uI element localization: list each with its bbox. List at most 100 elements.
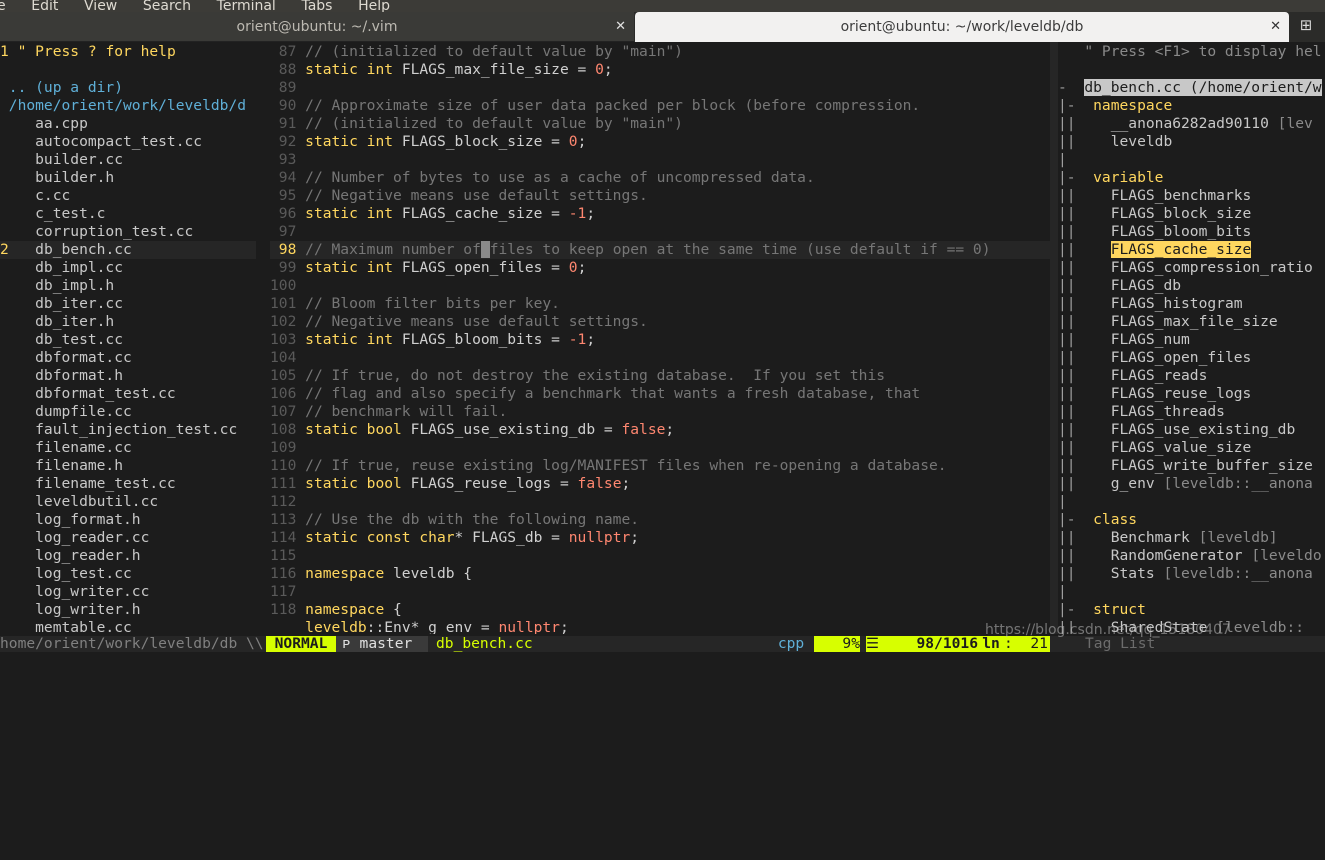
file-name[interactable]: db_iter.cc [0,295,123,312]
tag-name[interactable]: g_env [1076,475,1164,492]
tag-name[interactable]: FLAGS_max_file_size [1076,313,1278,330]
nerdtree-pane[interactable]: 1 " Press ? for help .. (up a dir) /home… [0,42,256,634]
tag-row[interactable]: || FLAGS_db [1058,277,1325,295]
file-name[interactable]: log_format.h [0,511,140,528]
tab-leveldb[interactable]: orient@ubuntu: ~/work/leveldb/db ✕ [635,12,1289,42]
tree-file[interactable]: dumpfile.cc [0,403,256,421]
tag-name[interactable]: FLAGS_threads [1076,403,1225,420]
tag-name[interactable]: FLAGS_histogram [1076,295,1243,312]
file-name[interactable]: db_bench.cc [9,241,132,258]
tag-name[interactable]: FLAGS_value_size [1076,439,1252,456]
tree-file[interactable]: log_reader.cc [0,529,256,547]
tag-row[interactable]: || Stats [leveldb::__anona [1058,565,1325,583]
file-name[interactable]: aa.cpp [0,115,88,132]
tree-file[interactable]: aa.cpp [0,115,256,133]
tag-file[interactable]: db_bench.cc (/home/orient/w [1084,79,1322,96]
tag-row[interactable]: || FLAGS_write_buffer_size [1058,457,1325,475]
tag-row[interactable]: || RandomGenerator [leveldo [1058,547,1325,565]
tag-name[interactable]: FLAGS_bloom_bits [1076,223,1252,240]
tree-file[interactable]: autocompact_test.cc [0,133,256,151]
tree-file[interactable]: builder.cc [0,151,256,169]
tag-row[interactable]: || FLAGS_reuse_logs [1058,385,1325,403]
tag-name[interactable]: RandomGenerator [1076,547,1252,564]
close-icon[interactable]: ✕ [1270,19,1281,34]
terminal-area[interactable]: 1 " Press ? for help .. (up a dir) /home… [0,42,1325,652]
tag-row[interactable]: |- class [1058,511,1325,529]
file-name[interactable]: filename.cc [0,439,132,456]
file-name[interactable]: builder.cc [0,151,123,168]
tag-row[interactable]: || FLAGS_block_size [1058,205,1325,223]
tree-file[interactable]: corruption_test.cc [0,223,256,241]
file-name[interactable]: corruption_test.cc [0,223,193,240]
tree-file[interactable]: filename.h [0,457,256,475]
tag-name[interactable]: leveldb [1076,133,1173,150]
tag-row[interactable]: || FLAGS_value_size [1058,439,1325,457]
tree-file[interactable]: db_impl.h [0,277,256,295]
menu-help[interactable]: Help [358,0,390,12]
tag-name[interactable]: FLAGS_open_files [1076,349,1252,366]
file-name[interactable]: db_test.cc [0,331,123,348]
tag-name[interactable]: FLAGS_db [1076,277,1181,294]
tag-row[interactable]: || FLAGS_max_file_size [1058,313,1325,331]
file-name[interactable]: memtable.cc [0,619,132,634]
tag-name[interactable]: FLAGS_block_size [1076,205,1252,222]
tag-row[interactable]: |- struct [1058,601,1325,619]
tree-file[interactable]: db_iter.h [0,313,256,331]
tag-row[interactable]: || leveldb [1058,133,1325,151]
file-name[interactable]: c.cc [0,187,70,204]
file-name[interactable]: log_reader.cc [0,529,149,546]
tag-row[interactable]: || Benchmark [leveldb] [1058,529,1325,547]
tree-file[interactable]: db_iter.cc [0,295,256,313]
tree-file[interactable]: dbformat.h [0,367,256,385]
tag-name[interactable]: FLAGS_use_existing_db [1076,421,1296,438]
file-name[interactable]: dbformat.cc [0,349,132,366]
tree-file[interactable]: log_test.cc [0,565,256,583]
tagbar-pane[interactable]: " Press <F1> to display hel - db_bench.cc… [1058,42,1325,634]
tag-name[interactable]: FLAGS_reads [1076,367,1208,384]
tree-file[interactable]: builder.h [0,169,256,187]
editor-pane[interactable]: 87 // (initialized to default value by "… [270,42,1058,634]
tree-file[interactable]: c_test.c [0,205,256,223]
menu-tabs[interactable]: Tabs [301,0,332,12]
tree-updir[interactable]: .. (up a dir) [0,79,256,97]
file-name[interactable]: log_writer.h [0,601,140,618]
tag-row[interactable]: || FLAGS_compression_ratio [1058,259,1325,277]
file-name[interactable]: db_iter.h [0,313,114,330]
menu-view[interactable]: View [84,0,117,12]
file-name[interactable]: log_test.cc [0,565,132,582]
tag-row[interactable]: || FLAGS_num [1058,331,1325,349]
menu-search[interactable]: Search [143,0,191,12]
tag-file-line[interactable]: - db_bench.cc (/home/orient/w [1058,79,1325,97]
tag-row[interactable]: || FLAGS_use_existing_db [1058,421,1325,439]
tree-file[interactable]: c.cc [0,187,256,205]
tag-name[interactable]: __anona6282ad90110 [1076,115,1278,132]
file-name[interactable]: filename.h [0,457,123,474]
tree-file[interactable]: db_impl.cc [0,259,256,277]
tag-name[interactable]: FLAGS_write_buffer_size [1076,457,1313,474]
tree-file[interactable]: dbformat.cc [0,349,256,367]
tag-row[interactable]: || FLAGS_open_files [1058,349,1325,367]
tree-file[interactable]: 2 db_bench.cc [0,241,256,259]
tag-row[interactable]: |- namespace [1058,97,1325,115]
tag-row[interactable]: || FLAGS_bloom_bits [1058,223,1325,241]
tag-row[interactable]: || FLAGS_benchmarks [1058,187,1325,205]
tag-row[interactable]: || FLAGS_histogram [1058,295,1325,313]
tag-name[interactable]: Stats [1076,565,1164,582]
tag-row[interactable]: || FLAGS_reads [1058,367,1325,385]
menu-edit[interactable]: Edit [31,0,58,12]
tag-name[interactable]: FLAGS_benchmarks [1076,187,1252,204]
file-name[interactable]: fault_injection_test.cc [0,421,237,438]
tag-row[interactable]: || FLAGS_threads [1058,403,1325,421]
tag-row[interactable]: |- variable [1058,169,1325,187]
tag-name[interactable]: FLAGS_num [1076,331,1190,348]
tree-file[interactable]: filename.cc [0,439,256,457]
file-name[interactable]: log_writer.cc [0,583,149,600]
file-name[interactable]: dumpfile.cc [0,403,132,420]
tag-row[interactable]: || __anona6282ad90110 [lev [1058,115,1325,133]
file-name[interactable]: dbformat.h [0,367,123,384]
tree-file[interactable]: memtable.cc [0,619,256,634]
file-name[interactable]: autocompact_test.cc [0,133,202,150]
tag-row[interactable]: || g_env [leveldb::__anona [1058,475,1325,493]
file-name[interactable]: filename_test.cc [0,475,176,492]
tag-highlighted[interactable]: FLAGS_cache_size [1110,241,1252,258]
